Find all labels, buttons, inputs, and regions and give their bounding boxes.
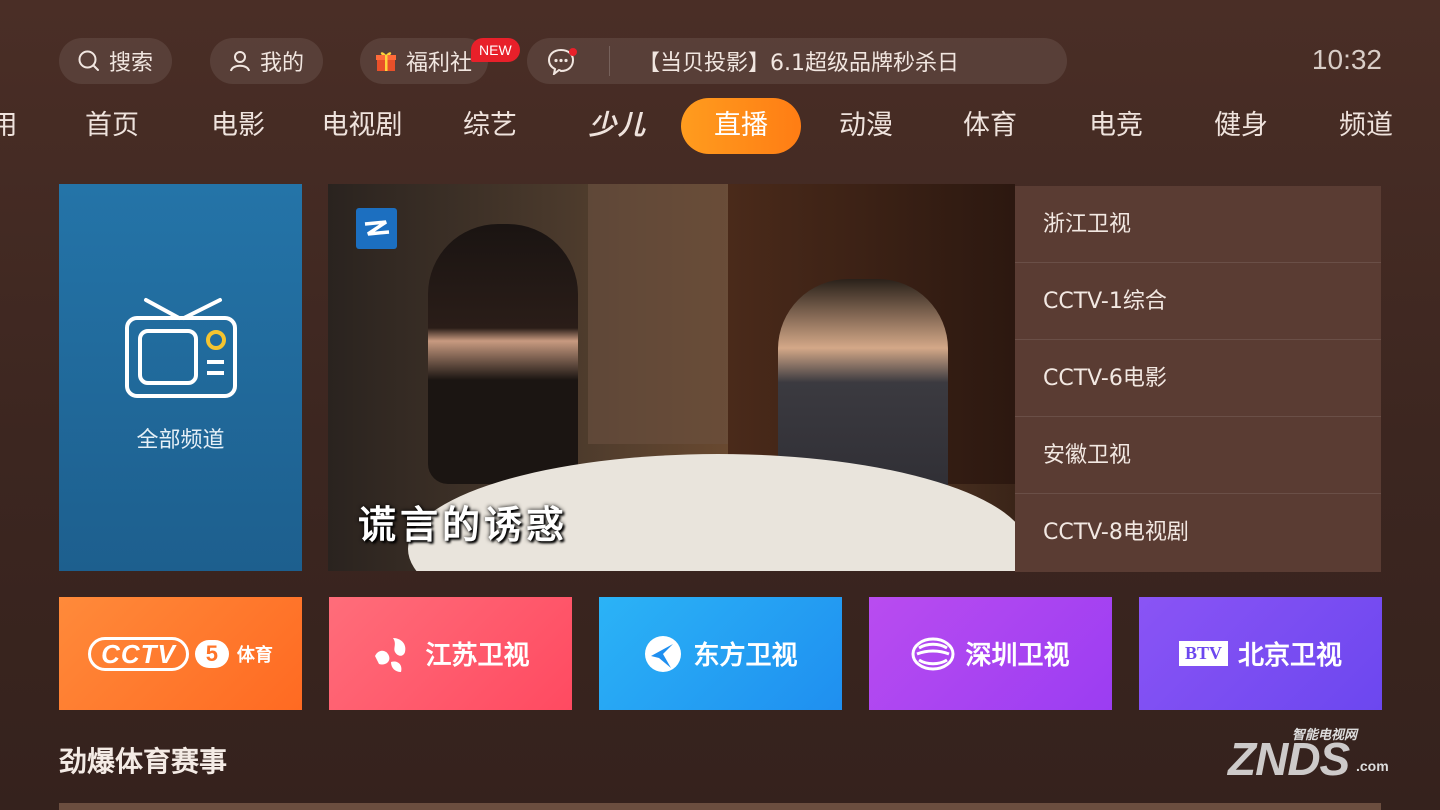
category-tabs: 用 首页 电影 电视剧 综艺 少儿 直播 动漫 体育 电竞 健身 频道	[0, 98, 1440, 154]
video-caption: 谎言的诱惑	[358, 502, 569, 547]
next-row-preview	[59, 803, 1381, 810]
welfare-label: 福利社	[406, 51, 473, 76]
chat-bubble-icon	[547, 47, 579, 75]
tab-channel[interactable]: 频道	[1339, 98, 1393, 154]
tile-beijing-tv[interactable]: BTV 北京卫视	[1139, 597, 1382, 710]
tab-movie[interactable]: 电影	[211, 98, 265, 154]
live-video-player[interactable]: 谎言的诱惑	[328, 184, 1015, 571]
tile-name: 江苏卫视	[425, 641, 530, 671]
search-icon	[77, 49, 101, 73]
tab-variety[interactable]: 综艺	[463, 98, 517, 154]
cctv-suffix: 体育	[236, 644, 273, 665]
channel-item[interactable]: CCTV-8电视剧	[1015, 494, 1381, 571]
channel-item[interactable]: 安徽卫视	[1015, 417, 1381, 494]
channel-item[interactable]: CCTV-6电影	[1015, 340, 1381, 417]
mine-label: 我的	[260, 51, 305, 76]
search-label: 搜索	[109, 51, 154, 76]
message-text: 【当贝投影】6.1超级品牌秒杀日	[638, 51, 959, 76]
watermark: ZNDS 智能电视网 .com	[1228, 714, 1398, 785]
tile-jiangsu-tv[interactable]: 江苏卫视	[329, 597, 572, 710]
tab-esports[interactable]: 电竞	[1089, 98, 1143, 154]
channel-list: 浙江卫视 CCTV-1综合 CCTV-6电影 安徽卫视 CCTV-8电视剧	[1015, 186, 1381, 572]
mine-button[interactable]: 我的	[210, 38, 323, 84]
watermark-small: 智能电视网	[1292, 728, 1358, 743]
btv-logo-text: BTV	[1178, 641, 1228, 666]
tab-live[interactable]: 直播	[681, 98, 801, 154]
all-channels-card[interactable]: 全部频道	[59, 184, 302, 571]
channel-item[interactable]: CCTV-1综合	[1015, 263, 1381, 340]
shenzhen-tv-logo-icon	[911, 637, 955, 671]
tile-name: 北京卫视	[1238, 641, 1343, 671]
tab-fitness[interactable]: 健身	[1214, 98, 1268, 154]
clock: 10:32	[1311, 44, 1382, 75]
dragon-tv-logo-icon	[643, 634, 683, 674]
cctv-logo-text: CCTV	[88, 636, 189, 671]
divider	[609, 46, 610, 76]
all-channels-label: 全部频道	[136, 428, 225, 453]
user-icon	[228, 49, 252, 73]
new-badge: NEW	[471, 38, 520, 62]
video-scene-wall	[588, 184, 728, 444]
tv-icon	[124, 298, 237, 398]
tab-kids[interactable]: 少儿	[589, 98, 647, 154]
gift-icon	[374, 49, 398, 73]
tab-tv-series[interactable]: 电视剧	[322, 98, 403, 154]
message-bar[interactable]: 【当贝投影】6.1超级品牌秒杀日	[527, 38, 1067, 84]
tile-dragon-tv[interactable]: 东方卫视	[599, 597, 842, 710]
tile-shenzhen-tv[interactable]: 深圳卫视	[869, 597, 1112, 710]
welfare-button[interactable]: 福利社	[360, 38, 488, 84]
tab-sports[interactable]: 体育	[963, 98, 1017, 154]
jiangsu-tv-logo-icon	[371, 634, 415, 674]
channel-item[interactable]: 浙江卫视	[1015, 186, 1381, 263]
tile-name: 深圳卫视	[965, 641, 1070, 671]
tab-anime[interactable]: 动漫	[839, 98, 893, 154]
cctv-channel-number: 5	[194, 639, 229, 668]
tile-name: 东方卫视	[693, 641, 798, 671]
watermark-suffix: .com	[1356, 758, 1389, 774]
tile-cctv5[interactable]: CCTV 5 体育	[59, 597, 302, 710]
video-scene-woman	[428, 224, 578, 484]
section-title: 劲爆体育赛事	[59, 745, 228, 778]
tab-partial[interactable]: 用	[0, 98, 18, 154]
search-button[interactable]: 搜索	[59, 38, 172, 84]
tab-home[interactable]: 首页	[85, 98, 139, 154]
zhejiang-tv-logo-icon	[356, 208, 397, 249]
